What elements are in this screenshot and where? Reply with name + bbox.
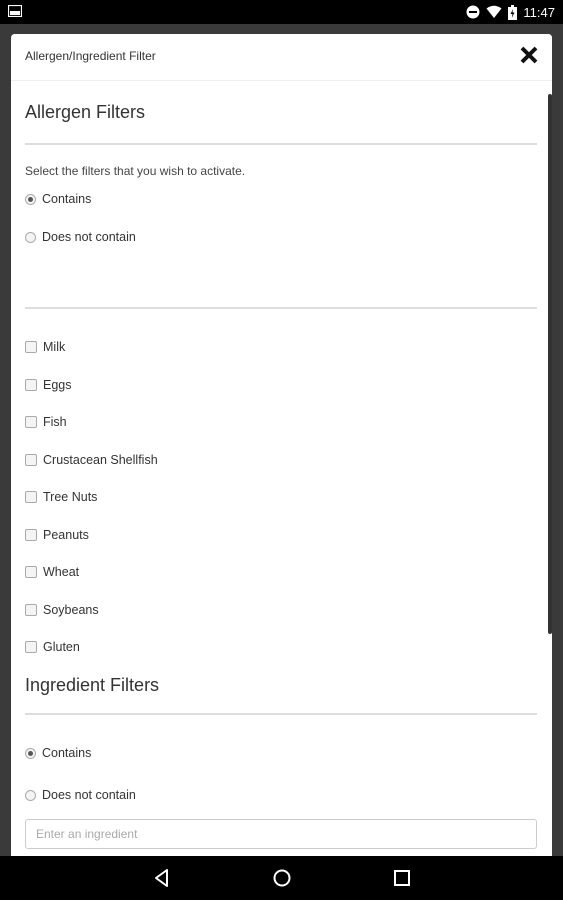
checkbox-label: Soybeans: [43, 603, 99, 617]
radio-label: Contains: [42, 192, 92, 206]
back-icon[interactable]: [150, 866, 174, 890]
ingredient-does-not-contain-radio[interactable]: Does not contain: [25, 786, 136, 804]
allergen-checkbox-peanuts[interactable]: Peanuts: [25, 526, 89, 544]
checkbox[interactable]: [25, 341, 37, 353]
divider: [25, 307, 537, 309]
ingredient-contains-radio[interactable]: Contains: [25, 744, 91, 762]
checkbox-label: Peanuts: [43, 528, 89, 542]
battery-icon: [508, 4, 518, 20]
checkbox[interactable]: [25, 491, 37, 503]
allergen-checkbox-gluten[interactable]: Gluten: [25, 638, 80, 656]
radio-button[interactable]: [25, 747, 36, 759]
checkbox[interactable]: [25, 379, 37, 391]
checkbox[interactable]: [25, 454, 37, 466]
status-icons: 11:47: [466, 3, 555, 21]
wifi-icon: [486, 5, 502, 18]
radio-label: Does not contain: [42, 788, 136, 802]
checkbox-label: Fish: [43, 415, 67, 429]
navigation-bar: [0, 856, 563, 900]
filter-modal: Allergen/Ingredient Filter Allergen Filt…: [11, 34, 552, 856]
radio-button[interactable]: [25, 193, 36, 205]
checkbox[interactable]: [25, 604, 37, 616]
divider: [25, 143, 537, 145]
modal-title: Allergen/Ingredient Filter: [25, 49, 156, 63]
divider: [25, 713, 537, 715]
checkbox[interactable]: [25, 566, 37, 578]
ingredient-input[interactable]: [25, 819, 537, 849]
checkbox-label: Gluten: [43, 640, 80, 654]
close-icon[interactable]: [518, 44, 540, 66]
allergen-contains-radio[interactable]: Contains: [25, 190, 91, 208]
do-not-disturb-icon: [466, 5, 480, 19]
allergen-instructions: Select the filters that you wish to acti…: [25, 164, 246, 178]
allergen-does-not-contain-radio[interactable]: Does not contain: [25, 228, 136, 246]
checkbox-label: Crustacean Shellfish: [43, 453, 158, 467]
allergen-checkbox-crustacean-shellfish[interactable]: Crustacean Shellfish: [25, 451, 158, 469]
notification-icon: [8, 5, 22, 17]
scrollbar[interactable]: [548, 94, 552, 634]
allergen-checkbox-soybeans[interactable]: Soybeans: [25, 601, 99, 619]
radio-button[interactable]: [25, 231, 36, 243]
clock: 11:47: [523, 4, 555, 20]
checkbox[interactable]: [25, 416, 37, 428]
allergen-checkbox-wheat[interactable]: Wheat: [25, 563, 79, 581]
radio-label: Contains: [42, 746, 92, 760]
home-icon[interactable]: [270, 866, 294, 890]
backdrop: [0, 24, 563, 34]
radio-button[interactable]: [25, 789, 36, 801]
allergen-checkbox-fish[interactable]: Fish: [25, 413, 67, 431]
recents-icon[interactable]: [390, 866, 414, 890]
checkbox-label: Milk: [43, 340, 66, 354]
allergen-filters-heading: Allergen Filters: [25, 102, 146, 122]
radio-label: Does not contain: [42, 230, 136, 244]
checkbox[interactable]: [25, 529, 37, 541]
checkbox-label: Wheat: [43, 565, 80, 579]
allergen-checkbox-eggs[interactable]: Eggs: [25, 376, 72, 394]
checkbox-label: Tree Nuts: [43, 490, 98, 504]
ingredient-filters-heading: Ingredient Filters: [25, 675, 160, 695]
status-bar: 11:47: [0, 0, 563, 24]
allergen-checkbox-milk[interactable]: Milk: [25, 338, 65, 356]
allergen-checkbox-tree-nuts[interactable]: Tree Nuts: [25, 488, 97, 506]
modal-header: Allergen/Ingredient Filter: [11, 34, 552, 81]
checkbox[interactable]: [25, 641, 37, 653]
checkbox-label: Eggs: [43, 378, 72, 392]
